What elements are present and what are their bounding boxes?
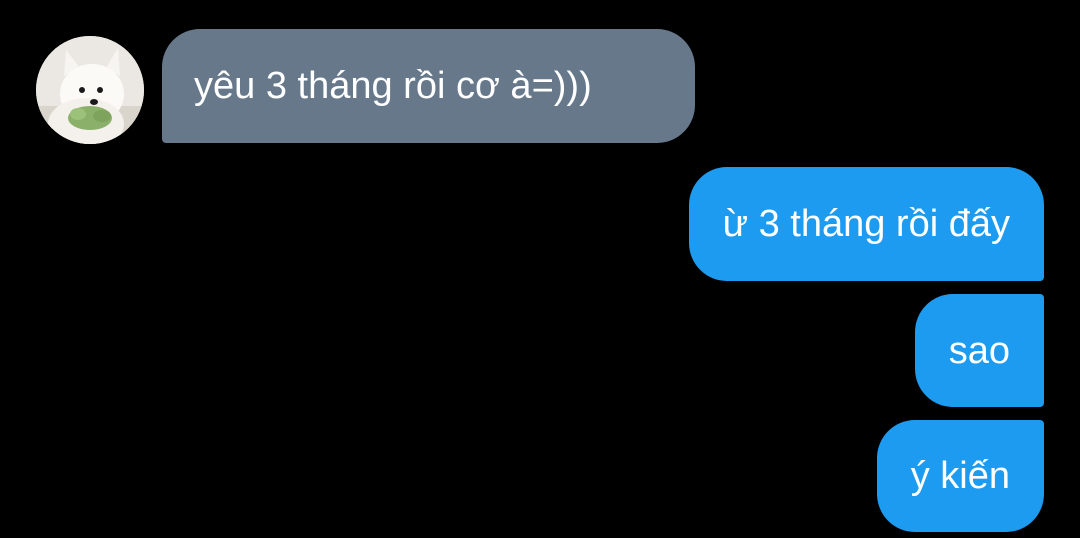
outgoing-message-bubble[interactable]: ừ 3 tháng rồi đấy — [688, 167, 1044, 281]
message-text: ừ 3 tháng rồi đấy — [722, 203, 1010, 245]
message-text: yêu 3 tháng rồi cơ à=))) — [194, 65, 592, 107]
dog-avatar-icon — [36, 36, 144, 144]
message-text: sao — [948, 329, 1010, 372]
outgoing-message-bubble[interactable]: sao — [914, 294, 1044, 407]
incoming-message-bubble[interactable]: yêu 3 tháng rồi cơ à=))) — [162, 29, 695, 143]
message-text: ý kiến — [910, 455, 1010, 497]
outgoing-message-bubble[interactable]: ý kiến — [876, 420, 1044, 532]
contact-avatar[interactable] — [36, 36, 144, 144]
